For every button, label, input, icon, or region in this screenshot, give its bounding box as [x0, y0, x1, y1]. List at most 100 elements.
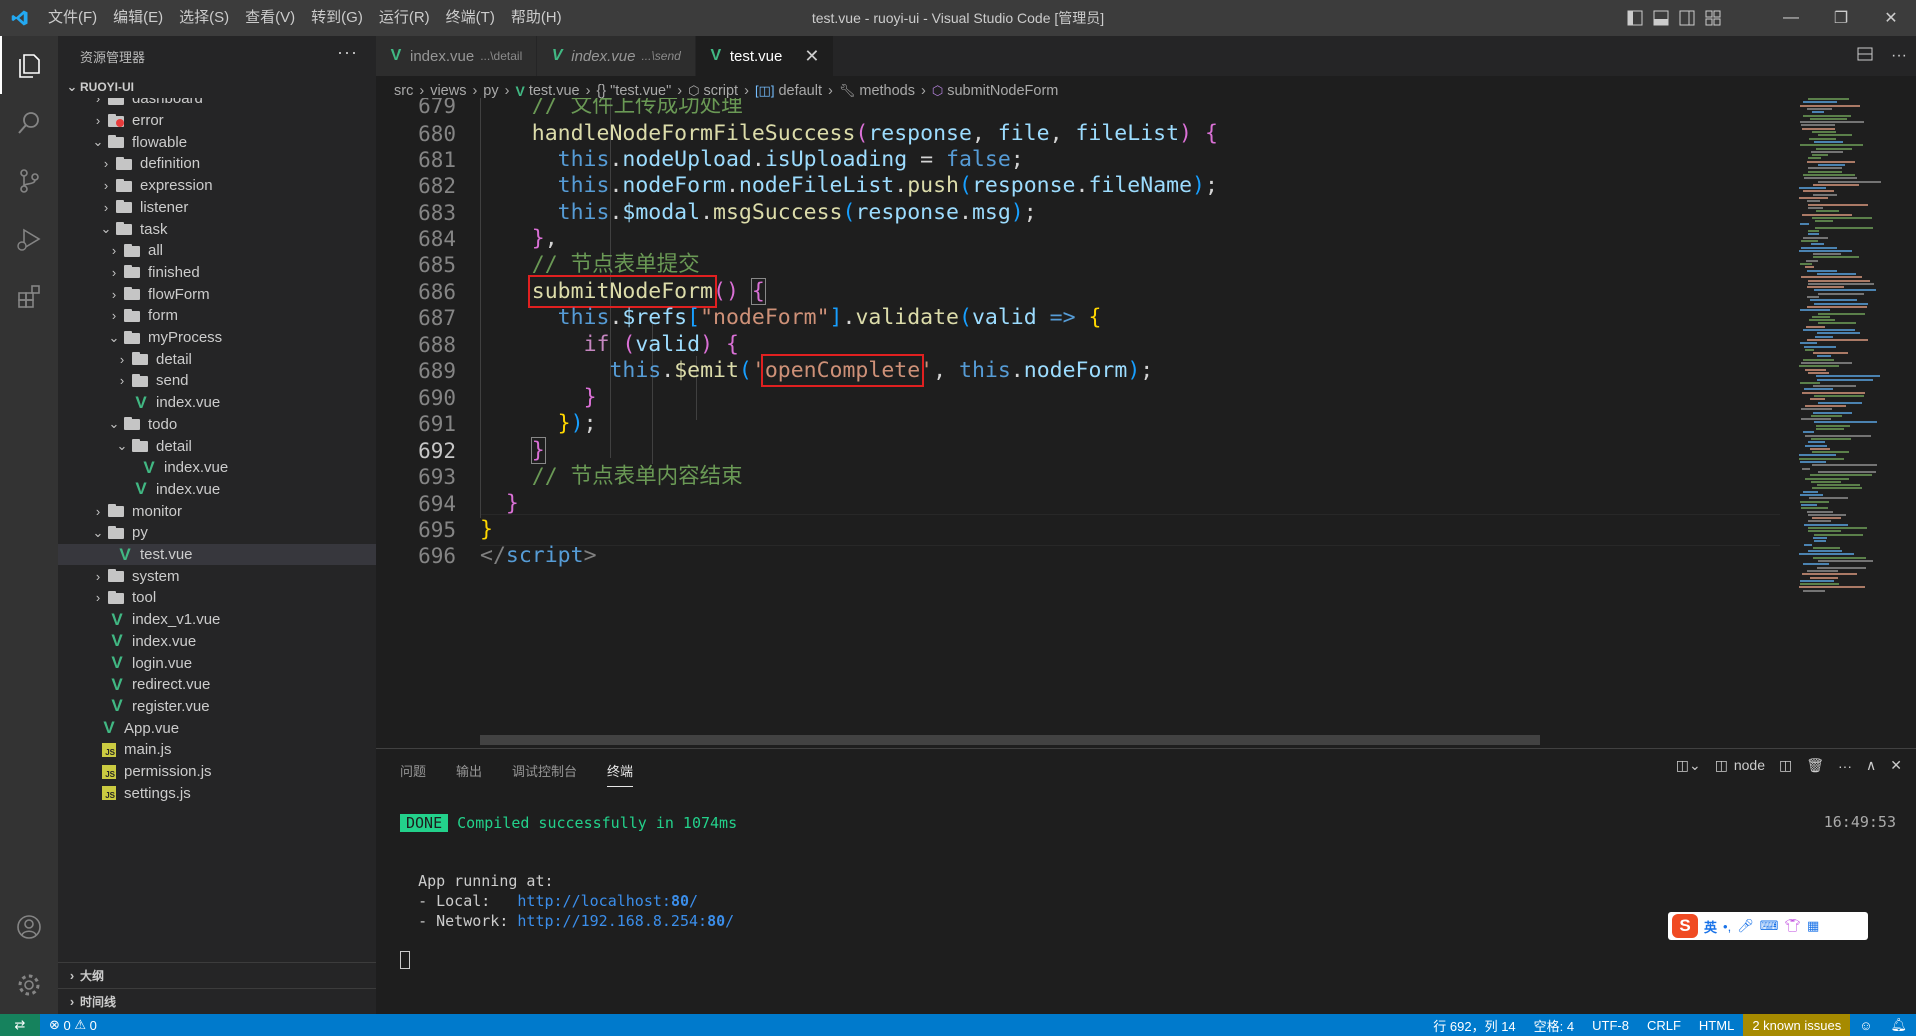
minimize-icon[interactable]: —	[1766, 0, 1816, 36]
microphone-icon[interactable]: 🎤︎	[1737, 918, 1754, 934]
tree-item[interactable]: Vlogin.vue	[58, 652, 376, 674]
explorer-icon[interactable]	[0, 36, 58, 94]
remote-icon[interactable]: ⇄	[0, 1014, 40, 1036]
menu-view[interactable]: 查看(V)	[237, 0, 303, 36]
language-mode[interactable]: HTML	[1690, 1014, 1743, 1036]
tree-item[interactable]: › send	[58, 370, 376, 392]
tree-item[interactable]: ⌄ py	[58, 522, 376, 544]
breadcrumb-item[interactable]: submitNodeForm	[947, 83, 1058, 99]
tree-item[interactable]: Vindex.vue	[58, 479, 376, 501]
tree-item[interactable]: › monitor	[58, 500, 376, 522]
accounts-icon[interactable]	[0, 898, 58, 956]
terminal-shell-icon[interactable]: ◫ node	[1715, 757, 1765, 774]
end-of-line[interactable]: CRLF	[1638, 1014, 1690, 1036]
close-tab-icon[interactable]: ✕	[804, 46, 819, 67]
search-icon[interactable]	[0, 94, 58, 152]
tree-item[interactable]: › listener	[58, 197, 376, 219]
punctuation-icon[interactable]: •,	[1723, 919, 1731, 934]
run-debug-icon[interactable]	[0, 210, 58, 268]
split-editor-icon[interactable]	[1848, 46, 1882, 67]
tree-item[interactable]: JS settings.js	[58, 782, 376, 804]
manage-gear-icon[interactable]	[0, 956, 58, 1014]
tab-terminal[interactable]: 终端	[607, 761, 634, 787]
horizontal-scrollbar[interactable]	[480, 735, 1540, 745]
tree-item[interactable]: › tool	[58, 587, 376, 609]
code-editor[interactable]: 679 680 681 682 683 684 685 686 687 688 689 690 691 6…	[376, 98, 1916, 748]
tree-item[interactable]: › detail	[58, 348, 376, 370]
tree-item[interactable]: › finished	[58, 262, 376, 284]
tree-item[interactable]: ⌄ flowable	[58, 131, 376, 153]
tree-item[interactable]: Vredirect.vue	[58, 674, 376, 696]
breadcrumb-item[interactable]: src	[394, 83, 413, 99]
tree-item[interactable]: › system	[58, 565, 376, 587]
minimap[interactable]	[1795, 98, 1905, 738]
tree-item[interactable]: JS main.js	[58, 739, 376, 761]
trash-icon[interactable]: 🗑︎	[1806, 757, 1824, 774]
toggle-panel-icon[interactable]	[1648, 0, 1674, 36]
feedback-icon[interactable]: ☺	[1850, 1014, 1881, 1036]
customize-layout-icon[interactable]	[1700, 0, 1726, 36]
menu-help[interactable]: 帮助(H)	[503, 0, 570, 36]
more-actions-icon[interactable]: ···	[337, 42, 358, 63]
menu-run[interactable]: 运行(R)	[371, 0, 438, 36]
tree-item[interactable]: ⌄ task	[58, 218, 376, 240]
tab-test-vue[interactable]: V test.vue ✕	[695, 36, 835, 76]
breadcrumb-item[interactable]: py	[483, 83, 498, 99]
tree-item[interactable]: ⌄ detail	[58, 435, 376, 457]
tab-output[interactable]: 输出	[456, 761, 482, 787]
breadcrumb-item[interactable]: test.vue	[529, 83, 580, 99]
network-url-link[interactable]: http://192.168.8.254:80/	[517, 912, 734, 930]
tree-item[interactable]: › dashboard	[58, 98, 376, 110]
ime-toolbar[interactable]: S 英 •, 🎤︎ ⌨︎ 👕︎ ▦	[1668, 912, 1868, 940]
more-actions-icon[interactable]: ···	[1838, 758, 1852, 774]
local-url-link[interactable]: http://localhost:80/	[517, 892, 698, 910]
tab-index-detail[interactable]: V index.vue ...\detail	[376, 36, 538, 76]
cursor-position[interactable]: 行 692，列 14	[1424, 1014, 1524, 1036]
terminal-output[interactable]: DONE Compiled successfully in 1074ms App…	[400, 811, 1900, 971]
tree-item[interactable]: V App.vue	[58, 717, 376, 739]
tree-item[interactable]: JS permission.js	[58, 761, 376, 783]
breadcrumb-item[interactable]: {} "test.vue"	[596, 83, 671, 99]
menu-go[interactable]: 转到(G)	[303, 0, 371, 36]
keyboard-icon[interactable]: ⌨︎	[1760, 918, 1779, 934]
indentation[interactable]: 空格: 4	[1525, 1014, 1583, 1036]
vertical-scrollbar[interactable]	[1904, 98, 1916, 738]
extensions-icon[interactable]	[0, 268, 58, 326]
tree-item[interactable]: › expression	[58, 175, 376, 197]
breadcrumb-item[interactable]: views	[430, 83, 466, 99]
menu-file[interactable]: 文件(F)	[40, 0, 105, 36]
close-panel-icon[interactable]: ✕	[1890, 757, 1902, 774]
tree-item[interactable]: › flowForm	[58, 283, 376, 305]
tree-item[interactable]: ⌄ todo	[58, 414, 376, 436]
tree-item[interactable]: › definition	[58, 153, 376, 175]
timeline-section[interactable]: › 时间线	[58, 988, 376, 1014]
menu-terminal[interactable]: 终端(T)	[438, 0, 503, 36]
tab-problems[interactable]: 问题	[400, 761, 426, 787]
tab-index-send[interactable]: V index.vue ...\send	[537, 36, 696, 76]
tree-item[interactable]: ⌄ myProcess	[58, 327, 376, 349]
toolbox-icon[interactable]: ▦	[1807, 918, 1819, 934]
tree-item[interactable]: Vregister.vue	[58, 696, 376, 718]
menu-edit[interactable]: 编辑(E)	[105, 0, 171, 36]
tree-item[interactable]: Vindex.vue	[58, 392, 376, 414]
new-terminal-split-icon[interactable]: ◫⌄	[1676, 757, 1701, 774]
workspace-root[interactable]: ⌄ RUOYI-UI	[58, 76, 376, 98]
breadcrumb-item[interactable]: methods	[859, 83, 915, 99]
more-actions-icon[interactable]: ···	[1882, 47, 1916, 65]
encoding[interactable]: UTF-8	[1583, 1014, 1638, 1036]
close-window-icon[interactable]: ✕	[1866, 0, 1916, 36]
maximize-panel-icon[interactable]: ∧	[1866, 757, 1876, 774]
source-control-icon[interactable]	[0, 152, 58, 210]
problems-status[interactable]: ⊗ 0 ⚠ 0	[40, 1014, 106, 1036]
tree-item[interactable]: Vindex.vue	[58, 631, 376, 653]
tree-item[interactable]: › all	[58, 240, 376, 262]
known-issues-badge[interactable]: 2 known issues	[1743, 1014, 1851, 1036]
outline-section[interactable]: › 大纲	[58, 962, 376, 988]
tree-item[interactable]: Vindex.vue	[58, 457, 376, 479]
skin-icon[interactable]: 👕︎	[1784, 918, 1801, 934]
toggle-sidebar-icon[interactable]	[1622, 0, 1648, 36]
breadcrumb-item[interactable]: default	[778, 83, 822, 99]
tree-item[interactable]: Vtest.vue	[58, 543, 376, 566]
notifications-bell-icon[interactable]: 🔔︎	[1881, 1014, 1916, 1036]
tree-item[interactable]: › form	[58, 305, 376, 327]
